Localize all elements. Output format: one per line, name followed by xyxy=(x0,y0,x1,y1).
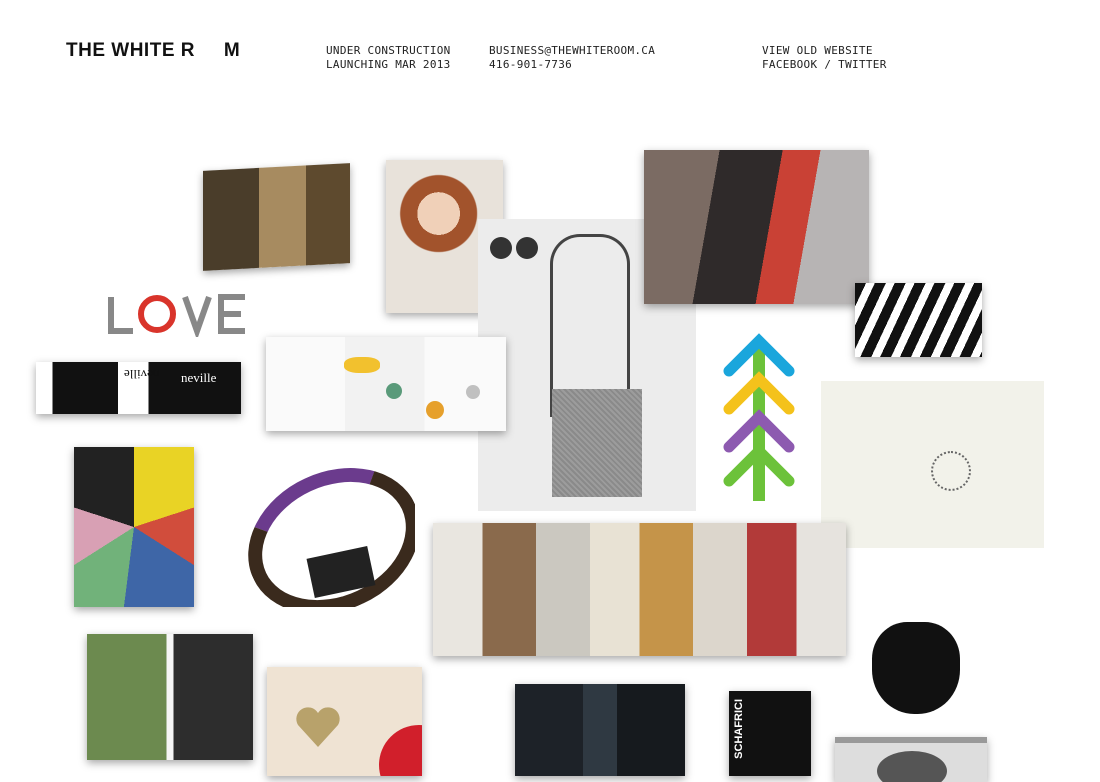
portfolio-heart-card-tile[interactable] xyxy=(267,667,422,776)
portfolio-schafrick-tile[interactable]: SCHAFRICI xyxy=(729,691,811,776)
portfolio-love-artwork-tile[interactable] xyxy=(105,291,255,337)
phone-number: 416-901-7736 xyxy=(489,58,573,71)
portfolio-neville-brody-tile[interactable]: neville neville xyxy=(36,362,241,414)
portfolio-magazine-spread-tile[interactable] xyxy=(644,150,869,304)
status-block: UNDER CONSTRUCTION LAUNCHING MAR 2013 xyxy=(326,44,451,72)
portfolio-pouch-tile[interactable] xyxy=(862,602,992,730)
portfolio-catalog-tile[interactable] xyxy=(266,337,506,431)
arrows-logo-icon xyxy=(723,333,795,501)
portfolio-accordion-brochure-tile[interactable] xyxy=(433,523,846,656)
spine-text: SCHAFRICI xyxy=(733,699,745,759)
portfolio-magazine-cover-tile[interactable] xyxy=(74,447,194,607)
portfolio-band-poster-tile[interactable] xyxy=(515,684,685,776)
portfolio-photobook-tile[interactable] xyxy=(87,634,253,760)
product-dot xyxy=(386,383,402,399)
product-dot xyxy=(426,401,444,419)
email-link[interactable]: BUSINESS@THEWHITEROOM.CA xyxy=(489,44,655,58)
product-dot xyxy=(466,385,480,399)
button-disc-icon xyxy=(490,237,512,259)
neville-text: neville xyxy=(181,370,217,385)
heart-icon xyxy=(295,705,341,747)
old-website-link[interactable]: VIEW OLD WEBSITE xyxy=(762,44,887,58)
felt-bag xyxy=(552,389,642,497)
love-artwork-icon xyxy=(108,294,245,337)
launch-date: LAUNCHING MAR 2013 xyxy=(326,58,451,71)
contact-block: BUSINESS@THEWHITEROOM.CA 416-901-7736 xyxy=(489,44,655,72)
red-disc xyxy=(379,725,422,776)
portfolio-stationery-tile[interactable] xyxy=(821,381,1044,548)
portfolio-bracelet-tile[interactable] xyxy=(220,457,415,607)
portfolio-arrows-logo-tile[interactable] xyxy=(721,331,796,501)
site-logo[interactable]: THE WHITE R M xyxy=(66,40,240,62)
neville-text-inverted: neville xyxy=(124,367,160,382)
flower-logo-icon xyxy=(931,451,971,491)
links-block: VIEW OLD WEBSITE FACEBOOK / TWITTER xyxy=(762,44,887,72)
website-portrait xyxy=(877,751,947,782)
portfolio-ideas-booklet-tile[interactable] xyxy=(855,283,982,357)
construction-status: UNDER CONSTRUCTION xyxy=(326,44,451,57)
social-separator: / xyxy=(817,58,839,71)
social-links: FACEBOOK / TWITTER xyxy=(762,58,887,72)
button-disc-icon xyxy=(516,237,538,259)
portfolio-website-tile[interactable] xyxy=(835,737,987,782)
velvet-pouch xyxy=(872,622,960,714)
portfolio-folder-tile[interactable] xyxy=(203,163,350,271)
hat-icon xyxy=(344,357,380,373)
twitter-link[interactable]: TWITTER xyxy=(838,58,886,71)
facebook-link[interactable]: FACEBOOK xyxy=(762,58,817,71)
